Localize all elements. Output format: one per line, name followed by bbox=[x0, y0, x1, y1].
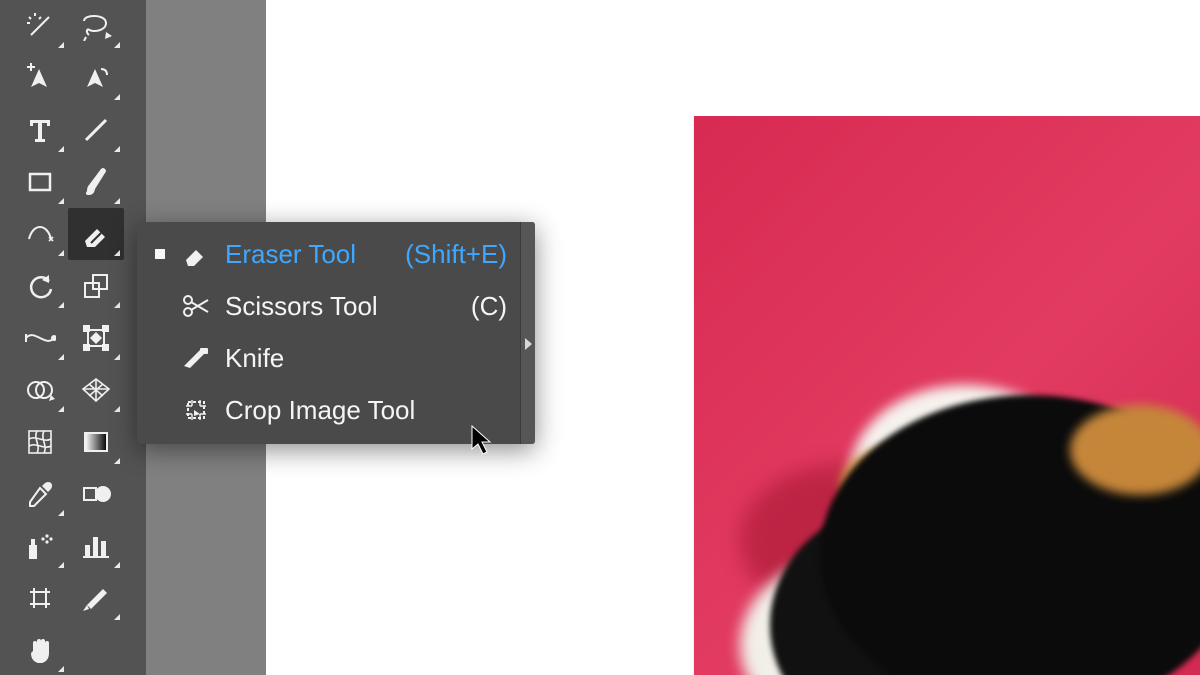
canvas-image[interactable] bbox=[694, 116, 1200, 675]
column-graph-icon bbox=[81, 531, 111, 561]
gradient-icon bbox=[82, 428, 110, 456]
tool-paintbrush[interactable] bbox=[68, 156, 124, 208]
tool-add-anchor[interactable] bbox=[12, 52, 68, 104]
shaper-icon bbox=[25, 219, 55, 249]
tool-rotate[interactable] bbox=[12, 260, 68, 312]
tool-symbol-sprayer[interactable] bbox=[12, 520, 68, 572]
tool-artboard[interactable] bbox=[12, 572, 68, 624]
rotate-icon bbox=[25, 271, 55, 301]
selected-indicator bbox=[155, 249, 165, 259]
tool-scale[interactable] bbox=[68, 260, 124, 312]
scale-icon bbox=[81, 271, 111, 301]
tool-eyedropper[interactable] bbox=[12, 468, 68, 520]
tool-type[interactable] bbox=[12, 104, 68, 156]
tool-blend[interactable] bbox=[68, 468, 124, 520]
flyout-item-eraser[interactable]: Eraser Tool (Shift+E) bbox=[137, 228, 535, 280]
rectangle-icon bbox=[26, 168, 54, 196]
flyout-item-knife[interactable]: Knife bbox=[137, 332, 535, 384]
tool-line-segment[interactable] bbox=[68, 104, 124, 156]
tool-gradient[interactable] bbox=[68, 416, 124, 468]
tools-panel bbox=[0, 0, 146, 675]
width-icon bbox=[24, 324, 56, 352]
tool-eraser[interactable] bbox=[68, 208, 124, 260]
tool-mesh[interactable] bbox=[12, 416, 68, 468]
paintbrush-icon bbox=[81, 167, 111, 197]
sprayer-icon bbox=[25, 531, 55, 561]
eraser-icon bbox=[81, 219, 111, 249]
knife-icon bbox=[179, 346, 213, 370]
line-icon bbox=[82, 116, 110, 144]
shape-builder-icon bbox=[25, 375, 55, 405]
tool-curvature-pen[interactable] bbox=[68, 52, 124, 104]
image-fur bbox=[1070, 405, 1200, 495]
eraser-tool-flyout: Eraser Tool (Shift+E) Scissors Tool (C) … bbox=[137, 222, 535, 444]
slice-icon bbox=[81, 583, 111, 613]
tool-perspective-grid[interactable] bbox=[68, 364, 124, 416]
flyout-shortcut: (Shift+E) bbox=[405, 239, 507, 270]
tool-lasso[interactable] bbox=[68, 0, 124, 52]
tool-shaper[interactable] bbox=[12, 208, 68, 260]
scissors-icon bbox=[179, 294, 213, 318]
tool-empty bbox=[68, 624, 124, 675]
flyout-label: Eraser Tool bbox=[225, 239, 356, 270]
flyout-label: Crop Image Tool bbox=[225, 395, 415, 426]
tool-hand[interactable] bbox=[12, 624, 68, 675]
magic-wand-icon bbox=[25, 11, 55, 41]
eraser-icon bbox=[179, 241, 213, 267]
pen-plus-icon bbox=[25, 63, 55, 93]
tool-rectangle[interactable] bbox=[12, 156, 68, 208]
tool-magic-wand[interactable] bbox=[12, 0, 68, 52]
tools-grid bbox=[0, 0, 146, 675]
flyout-shortcut: (C) bbox=[471, 291, 507, 322]
flyout-label: Scissors Tool bbox=[225, 291, 378, 322]
tool-slice[interactable] bbox=[68, 572, 124, 624]
crop-icon bbox=[179, 397, 213, 423]
eyedropper-icon bbox=[26, 480, 54, 508]
free-transform-icon bbox=[82, 324, 110, 352]
type-icon bbox=[26, 116, 54, 144]
mesh-icon bbox=[26, 428, 54, 456]
blend-icon bbox=[81, 480, 111, 508]
tool-free-transform[interactable] bbox=[68, 312, 124, 364]
artboard-icon bbox=[26, 584, 54, 612]
flyout-expand-arrow[interactable] bbox=[525, 338, 532, 350]
flyout-label: Knife bbox=[225, 343, 284, 374]
perspective-icon bbox=[81, 375, 111, 405]
lasso-icon bbox=[80, 11, 112, 41]
tool-shape-builder[interactable] bbox=[12, 364, 68, 416]
tool-width[interactable] bbox=[12, 312, 68, 364]
hand-icon bbox=[25, 635, 55, 665]
flyout-item-scissors[interactable]: Scissors Tool (C) bbox=[137, 280, 535, 332]
curvature-pen-icon bbox=[81, 63, 111, 93]
tool-column-graph[interactable] bbox=[68, 520, 124, 572]
